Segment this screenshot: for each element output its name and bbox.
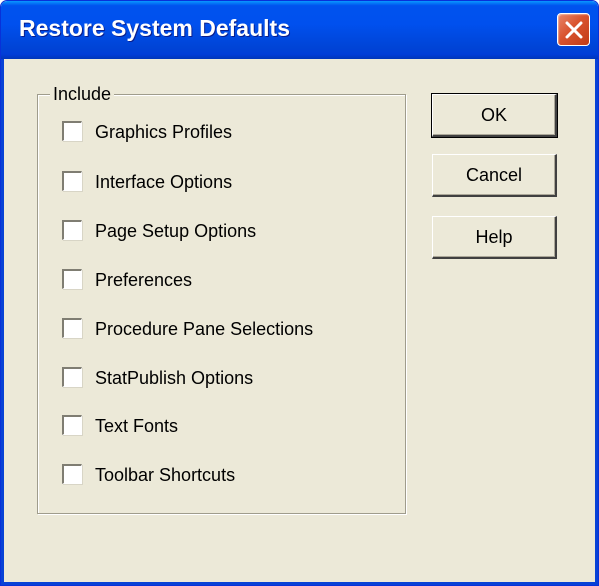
toolbar-shortcuts-checkbox[interactable] bbox=[62, 464, 82, 484]
title-bar[interactable]: Restore System Defaults bbox=[1, 1, 598, 59]
interface-options-checkbox[interactable] bbox=[62, 171, 82, 191]
text-fonts-checkbox[interactable] bbox=[62, 415, 82, 435]
text-fonts-label[interactable]: Text Fonts bbox=[95, 413, 178, 439]
close-button[interactable] bbox=[557, 13, 590, 46]
cancel-button[interactable]: Cancel bbox=[432, 154, 557, 197]
preferences-checkbox[interactable] bbox=[62, 269, 82, 289]
help-button[interactable]: Help bbox=[432, 216, 557, 259]
statpublish-options-checkbox[interactable] bbox=[62, 367, 82, 387]
dialog-title: Restore System Defaults bbox=[19, 15, 290, 41]
interface-options-label[interactable]: Interface Options bbox=[95, 169, 232, 195]
close-icon bbox=[565, 21, 583, 39]
graphics-profiles-checkbox[interactable] bbox=[62, 121, 82, 141]
include-groupbox bbox=[37, 94, 406, 514]
procedure-pane-selections-label[interactable]: Procedure Pane Selections bbox=[95, 316, 313, 342]
include-group-label: Include bbox=[50, 82, 115, 106]
ok-button[interactable]: OK bbox=[431, 93, 558, 138]
toolbar-shortcuts-label[interactable]: Toolbar Shortcuts bbox=[95, 462, 235, 488]
graphics-profiles-label[interactable]: Graphics Profiles bbox=[95, 119, 232, 145]
page-setup-options-label[interactable]: Page Setup Options bbox=[95, 218, 256, 244]
statpublish-options-label[interactable]: StatPublish Options bbox=[95, 365, 253, 391]
preferences-label[interactable]: Preferences bbox=[95, 267, 192, 293]
page-setup-options-checkbox[interactable] bbox=[62, 220, 82, 240]
procedure-pane-selections-checkbox[interactable] bbox=[62, 318, 82, 338]
